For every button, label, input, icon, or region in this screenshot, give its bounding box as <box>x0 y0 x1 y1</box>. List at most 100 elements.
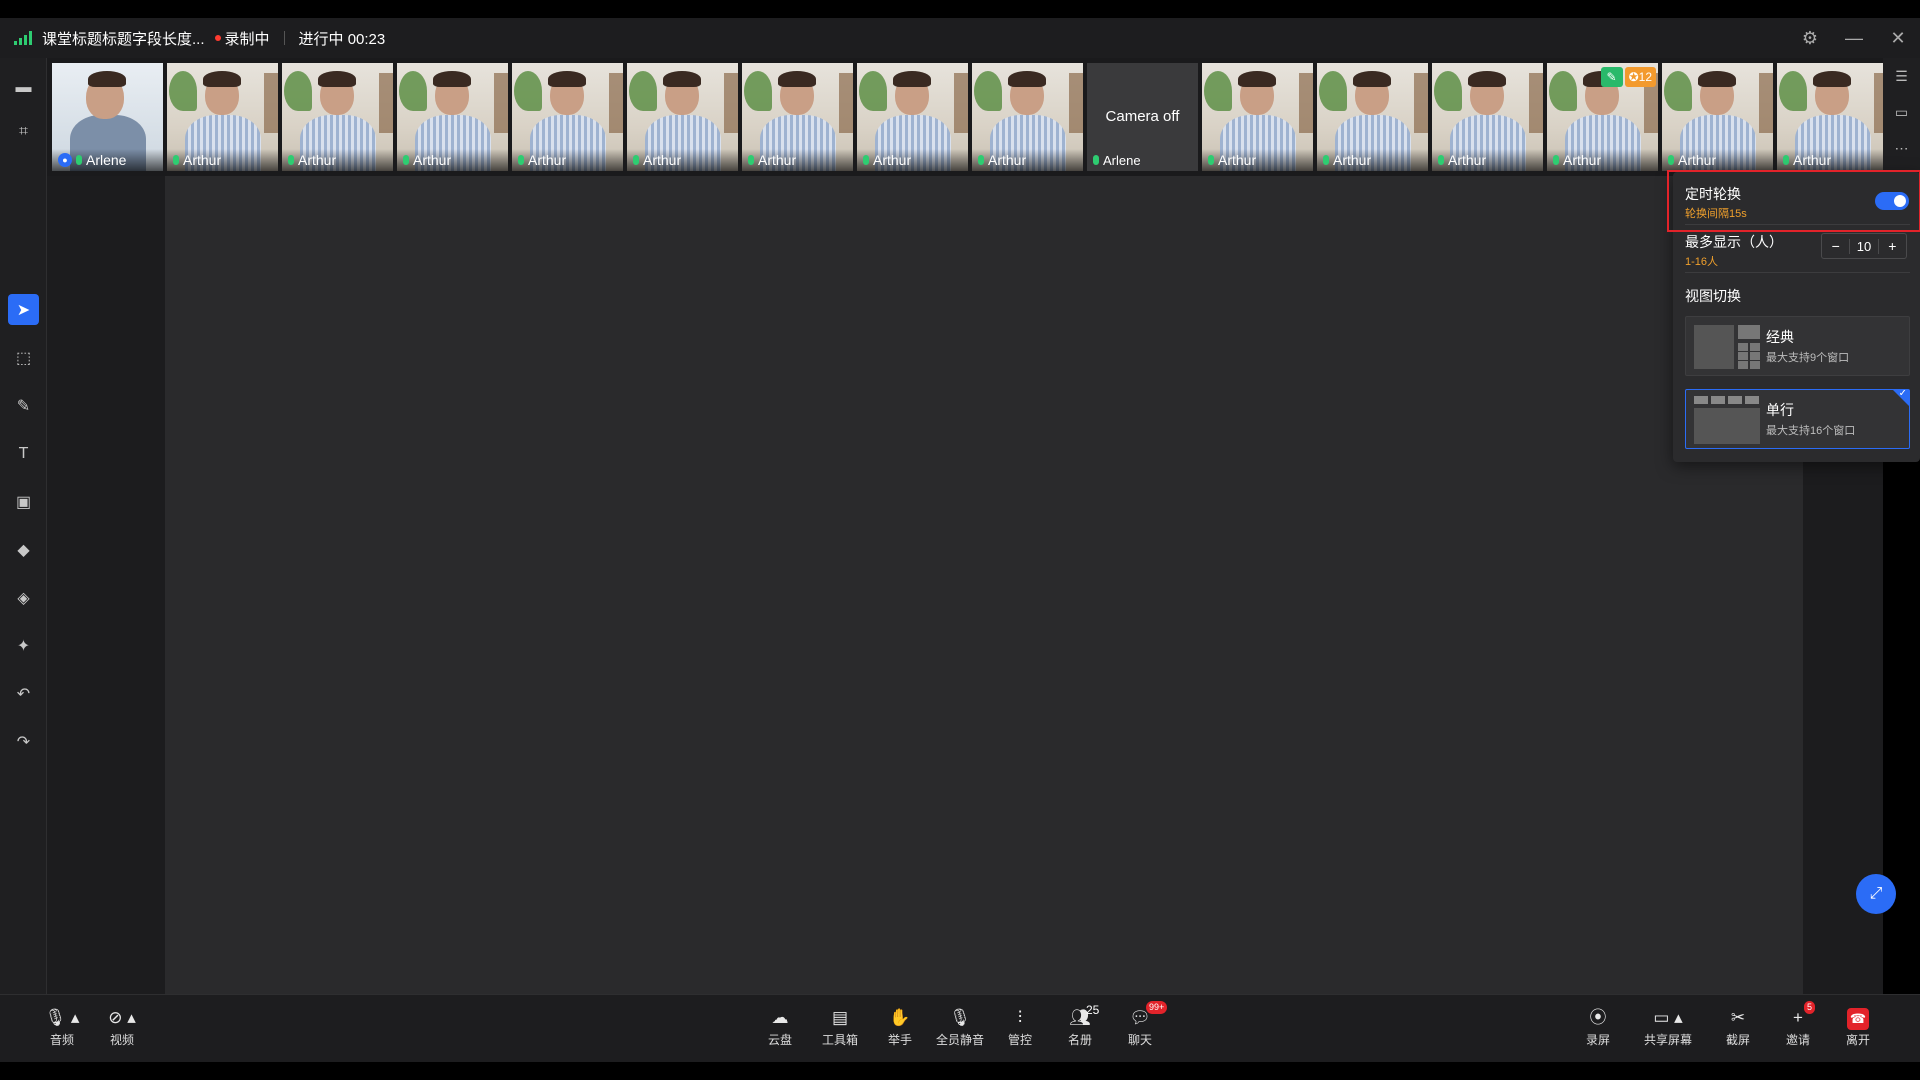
view-option-classic[interactable]: 经典 最大支持9个窗口 <box>1685 316 1910 376</box>
rotation-toggle[interactable] <box>1875 192 1909 210</box>
eraser-icon[interactable]: ◆ <box>8 534 39 565</box>
leave-button[interactable]: ☎ 离开 <box>1828 1007 1888 1048</box>
video-tile[interactable]: ● Arlene <box>52 63 163 171</box>
toolbox-button[interactable]: ▤ 工具箱 <box>810 1007 870 1048</box>
leave-label: 离开 <box>1845 1033 1870 1047</box>
image-tool-icon[interactable]: ▣ <box>8 486 39 517</box>
video-tile[interactable]: Arthur <box>1202 63 1313 171</box>
video-tile[interactable]: ✎ ✪ 12 Arthur <box>1547 63 1658 171</box>
tile-name-bar: Arthur <box>1202 149 1313 171</box>
settings-icon[interactable]: ⚙ <box>1788 28 1832 49</box>
invite-label: 邀请 <box>1785 1033 1810 1047</box>
record-button[interactable]: ⦿ 录屏 <box>1568 1007 1628 1048</box>
roster-button[interactable]: 👥︎ 25 名册 <box>1050 1003 1110 1048</box>
tile-name-bar: Arthur <box>1777 149 1888 171</box>
mic-icon <box>403 155 409 165</box>
decrement-button[interactable]: − <box>1822 238 1849 254</box>
people-icon: 👥︎ 25 <box>1050 1003 1110 1029</box>
view-name: 单行 <box>1766 402 1794 418</box>
whiteboard-canvas[interactable] <box>165 176 1803 994</box>
more-icon[interactable]: ⋯ <box>1883 130 1920 166</box>
bottom-toolbar: 🎙︎ ▴ 音频 ⊘ ▴ 视频 ☁ 云盘 ▤ 工具箱 ✋ 举手 🎙︎ 全员静音 ⫶… <box>0 994 1920 1062</box>
audio-button[interactable]: 🎙︎ ▴ 音频 <box>32 1007 92 1048</box>
video-button[interactable]: ⊘ ▴ 视频 <box>92 1007 152 1048</box>
mute-all-button[interactable]: 🎙︎ 全员静音 <box>930 1007 990 1048</box>
collapse-list-icon[interactable]: ☰ <box>1883 58 1920 94</box>
mic-icon <box>978 155 984 165</box>
mic-mute-icon: 🎙︎ <box>949 1008 971 1027</box>
video-tile[interactable]: Arthur <box>857 63 968 171</box>
class-status: 进行中 00:23 <box>298 30 386 48</box>
video-tile[interactable]: Arthur <box>282 63 393 171</box>
title-bar: 课堂标题标题字段长度... 录制中 进行中 00:23 ⚙ — ✕ <box>0 18 1920 58</box>
chat-bubble-icon[interactable]: ▭ <box>1883 94 1920 130</box>
invite-badge: 5 <box>1804 1001 1816 1014</box>
rotation-label: 定时轮换 <box>1685 186 1741 202</box>
video-tile[interactable]: Arthur <box>972 63 1083 171</box>
share-screen-button[interactable]: ▭ ▴ 共享屏幕 <box>1636 1007 1700 1048</box>
chat-button[interactable]: 💬︎ 99+ 聊天 <box>1110 1001 1170 1048</box>
raise-hand-button[interactable]: ✋ 举手 <box>870 1007 930 1048</box>
video-tile[interactable]: Arthur <box>1317 63 1428 171</box>
control-label: 管控 <box>1007 1033 1032 1047</box>
chat-badge: 99+ <box>1146 1001 1168 1014</box>
video-tile[interactable]: Arthur <box>742 63 853 171</box>
mic-icon <box>748 155 754 165</box>
mic-icon <box>173 155 179 165</box>
video-tile[interactable]: Arthur <box>1777 63 1888 171</box>
record-label: 录屏 <box>1585 1033 1610 1047</box>
fullscreen-button[interactable]: ⤢ <box>1856 874 1896 914</box>
single-row-layout-icon <box>1694 396 1760 444</box>
area-select-icon[interactable]: ⬚ <box>8 342 39 373</box>
undo-icon[interactable]: ↶ <box>8 678 39 709</box>
screenshot-button[interactable]: ✂ 截屏 <box>1708 1007 1768 1048</box>
classic-layout-icon <box>1694 325 1760 369</box>
video-tile[interactable]: Arthur <box>627 63 738 171</box>
magic-wand-icon[interactable]: ✦ <box>8 630 39 661</box>
tile-name-bar: Arthur <box>1547 149 1658 171</box>
participant-name: Arthur <box>1218 152 1257 168</box>
participant-name: Arthur <box>183 152 222 168</box>
member-focus-icon[interactable]: ⌗ <box>8 116 39 147</box>
reward-badge: ✪ 12 <box>1624 67 1656 87</box>
audio-label: 音频 <box>49 1033 74 1047</box>
whiteboard-toolbar: ▬ ⌗ ➤ ⬚ ✎ T ▣ ◆ ◈ ✦ ↶ ↷ <box>0 58 47 994</box>
class-title: 课堂标题标题字段长度... <box>42 30 205 48</box>
video-tile[interactable]: Arthur <box>167 63 278 171</box>
video-tile-camera-off[interactable]: Camera off Arlene <box>1087 63 1198 171</box>
text-tool-icon[interactable]: T <box>8 438 39 469</box>
participant-name: Arthur <box>298 152 337 168</box>
roster-label: 名册 <box>1067 1033 1092 1047</box>
increment-button[interactable]: + <box>1879 238 1906 254</box>
chat-icon: 💬︎ 99+ <box>1110 1001 1170 1029</box>
redo-icon[interactable]: ↷ <box>8 726 39 757</box>
select-tool-icon[interactable]: ➤ <box>8 294 39 325</box>
video-tile[interactable]: Arthur <box>512 63 623 171</box>
stepper-value[interactable]: 10 <box>1849 238 1879 254</box>
mic-icon <box>1553 155 1559 165</box>
invite-button[interactable]: +5 邀请 <box>1768 1001 1828 1048</box>
participant-name: Arthur <box>1448 152 1487 168</box>
mic-icon <box>1668 155 1674 165</box>
control-button[interactable]: ⫶ 管控 <box>990 1007 1050 1048</box>
cloud-drive-button[interactable]: ☁ 云盘 <box>750 1007 810 1048</box>
divider <box>1685 272 1910 273</box>
tile-name-bar: ● Arlene <box>52 149 163 171</box>
mic-icon <box>1093 155 1099 165</box>
tile-name-bar: Arthur <box>1432 149 1543 171</box>
video-tile[interactable]: Arthur <box>1432 63 1543 171</box>
video-tile[interactable]: Arthur <box>397 63 508 171</box>
pen-icon[interactable]: ✎ <box>8 390 39 421</box>
fill-tool-icon[interactable]: ◈ <box>8 582 39 613</box>
view-name: 经典 <box>1766 329 1794 345</box>
close-icon[interactable]: ✕ <box>1876 28 1920 49</box>
view-option-single-row[interactable]: 单行 最大支持16个窗口 <box>1685 389 1910 449</box>
video-tile[interactable]: Arthur <box>1662 63 1773 171</box>
minimize-icon[interactable]: — <box>1832 28 1876 49</box>
max-display-range: 1-16人 <box>1685 256 1719 268</box>
recording-label: 录制中 <box>224 30 270 48</box>
record-icon: ⦿ <box>1589 1008 1607 1027</box>
mic-icon <box>518 155 524 165</box>
tile-name-bar: Arthur <box>397 149 508 171</box>
courseware-icon[interactable]: ▬ <box>8 72 39 103</box>
